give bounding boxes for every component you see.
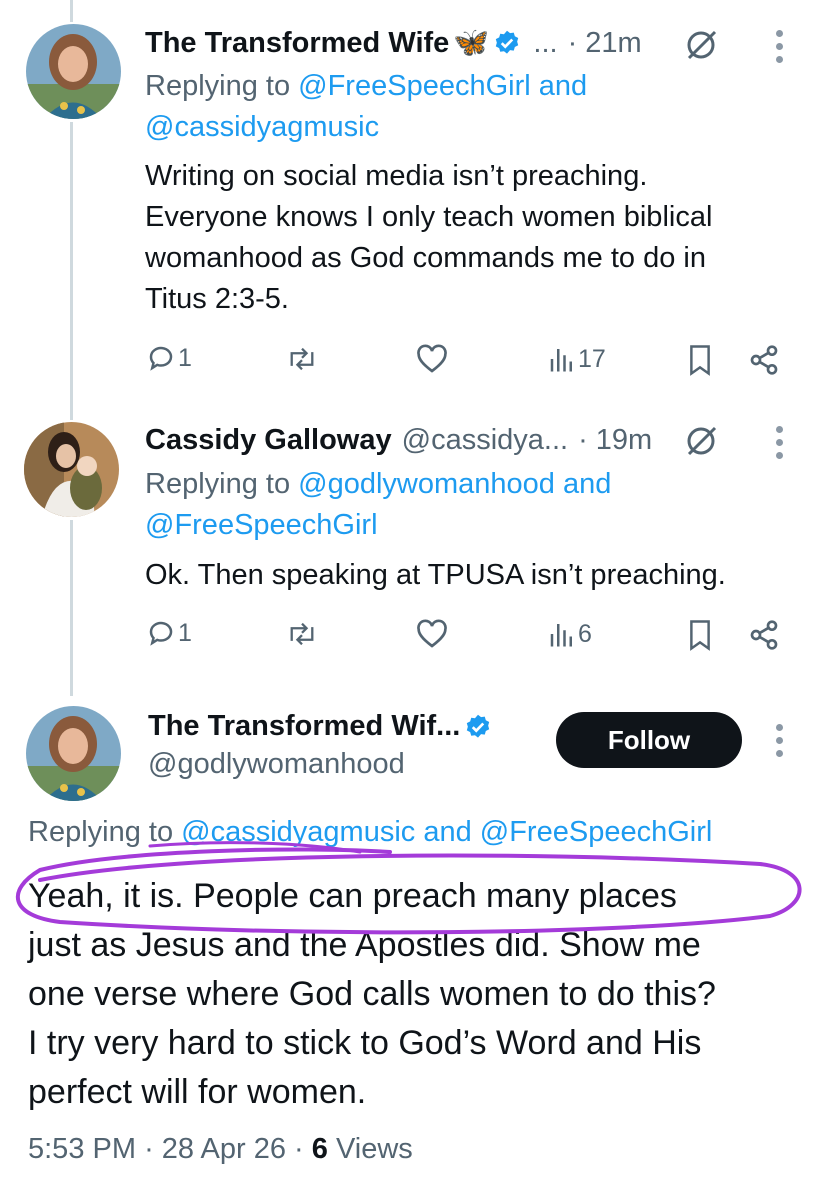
reply-icon: [149, 621, 173, 646]
grok-icon[interactable]: [684, 28, 718, 62]
reply-icon: [149, 346, 173, 371]
main-replying-to: Replying to @cassidyagmusic and @FreeSpe…: [28, 816, 712, 849]
mention-link[interactable]: @FreeSpeechGirl: [298, 70, 531, 102]
thread-line-2: [70, 520, 73, 696]
bookmark-icon: [690, 345, 710, 376]
text-line: I try very hard to stick to God’s Word a…: [28, 1024, 702, 1062]
avatar-transformed-wife-main[interactable]: [26, 706, 121, 801]
reply-button[interactable]: 1: [146, 618, 192, 648]
views-count: 6: [311, 1133, 328, 1165]
text-line: Ok. Then speaking at TPUSA isn’t preachi…: [145, 559, 726, 591]
date[interactable]: 28 Apr 26: [162, 1133, 286, 1165]
butterfly-icon: 🦋: [453, 27, 490, 59]
avatar-transformed-wife[interactable]: [26, 24, 121, 119]
tweet2-name[interactable]: Cassidy Galloway: [145, 424, 392, 457]
tweet1-handle[interactable]: ...: [533, 27, 557, 60]
text-line: Writing on social media isn’t preaching.: [145, 160, 648, 192]
replying-and: and: [530, 70, 588, 102]
like-button[interactable]: [416, 344, 448, 374]
like-button[interactable]: [416, 619, 448, 649]
views-label: Views: [335, 1133, 413, 1165]
views-button[interactable]: 6: [548, 619, 592, 649]
tweet1-time[interactable]: · 21m: [568, 27, 642, 60]
text-line: womanhood as God commands me to do in: [145, 242, 706, 274]
more-icon[interactable]: [776, 30, 784, 69]
reply-count: 1: [178, 343, 192, 372]
text-line: Everyone knows I only teach women biblic…: [145, 201, 713, 233]
verified-icon: [496, 30, 519, 54]
mention-link[interactable]: @godlywomanhood: [298, 468, 555, 500]
thread-line-top: [70, 0, 73, 22]
main-name[interactable]: The Transformed Wif...: [148, 710, 460, 743]
retweet-icon: [290, 347, 314, 371]
more-icon[interactable]: [776, 724, 784, 763]
text-line: perfect will for women.: [28, 1073, 367, 1111]
reply-count: 1: [178, 618, 192, 647]
text-line: Yeah, it is. People can preach many plac…: [28, 877, 677, 915]
like-icon: [417, 619, 447, 648]
tweet2-handle[interactable]: @cassidya...: [402, 424, 568, 457]
replying-prefix: Replying to: [145, 468, 299, 500]
bookmark-icon: [690, 620, 710, 651]
tweet1-header: The Transformed Wife 🦋 ... · 21m: [145, 26, 642, 60]
views-icon: [550, 624, 572, 647]
views-button[interactable]: 17: [548, 344, 606, 374]
main-tweet-text: Yeah, it is. People can preach many plac…: [28, 872, 808, 1117]
mention-link[interactable]: @FreeSpeechGirl: [145, 509, 378, 541]
separator: ·: [144, 1133, 154, 1165]
main-name-row: The Transformed Wif...: [148, 710, 492, 743]
grok-icon[interactable]: [684, 424, 718, 458]
like-icon: [417, 344, 447, 373]
text-line: just as Jesus and the Apostles did. Show…: [28, 926, 701, 964]
share-button[interactable]: [748, 619, 780, 651]
tweet2-text: Ok. Then speaking at TPUSA isn’t preachi…: [145, 555, 805, 596]
main-handle[interactable]: @godlywomanhood: [148, 748, 405, 781]
follow-button[interactable]: Follow: [556, 712, 742, 768]
tweet2-replying-to: Replying to @godlywomanhood and @FreeSpe…: [145, 464, 745, 546]
views-count: 17: [578, 344, 606, 373]
mention-link[interactable]: @FreeSpeechGirl: [480, 816, 713, 848]
replying-and: and: [415, 816, 480, 848]
more-icon[interactable]: [776, 426, 784, 465]
text-line: Titus 2:3-5.: [145, 283, 289, 315]
share-icon: [750, 345, 778, 375]
tweet1-replying-to: Replying to @FreeSpeechGirl and @cassidy…: [145, 66, 745, 148]
replying-prefix: Replying to: [28, 816, 182, 848]
share-icon: [750, 620, 778, 650]
thread-line-1: [70, 122, 73, 420]
tweet-metadata: 5:53 PM · 28 Apr 26 · 6 Views: [28, 1133, 413, 1166]
retweet-button[interactable]: [286, 619, 318, 649]
bookmark-button[interactable]: [687, 344, 713, 376]
timestamp[interactable]: 5:53 PM: [28, 1133, 136, 1165]
tweet1-text: Writing on social media isn’t preaching.…: [145, 156, 785, 320]
share-button[interactable]: [748, 344, 780, 376]
bookmark-button[interactable]: [687, 619, 713, 651]
avatar-cassidy-galloway[interactable]: [24, 422, 119, 517]
mention-link[interactable]: @cassidyagmusic: [181, 816, 415, 848]
replying-prefix: Replying to: [145, 70, 299, 102]
verified-icon: [467, 714, 490, 738]
text-line: one verse where God calls women to do th…: [28, 975, 716, 1013]
tweet1-name[interactable]: The Transformed Wife: [145, 27, 449, 60]
separator: ·: [294, 1133, 304, 1165]
tweet2-time[interactable]: · 19m: [578, 424, 652, 457]
replying-and: and: [554, 468, 612, 500]
retweet-icon: [290, 622, 314, 646]
tweet2-header: Cassidy Galloway @cassidya... · 19m: [145, 424, 652, 457]
views-icon: [550, 349, 572, 372]
retweet-button[interactable]: [286, 344, 318, 374]
mention-link[interactable]: @cassidyagmusic: [145, 111, 379, 143]
reply-button[interactable]: 1: [146, 343, 192, 373]
views-count: 6: [578, 619, 592, 648]
